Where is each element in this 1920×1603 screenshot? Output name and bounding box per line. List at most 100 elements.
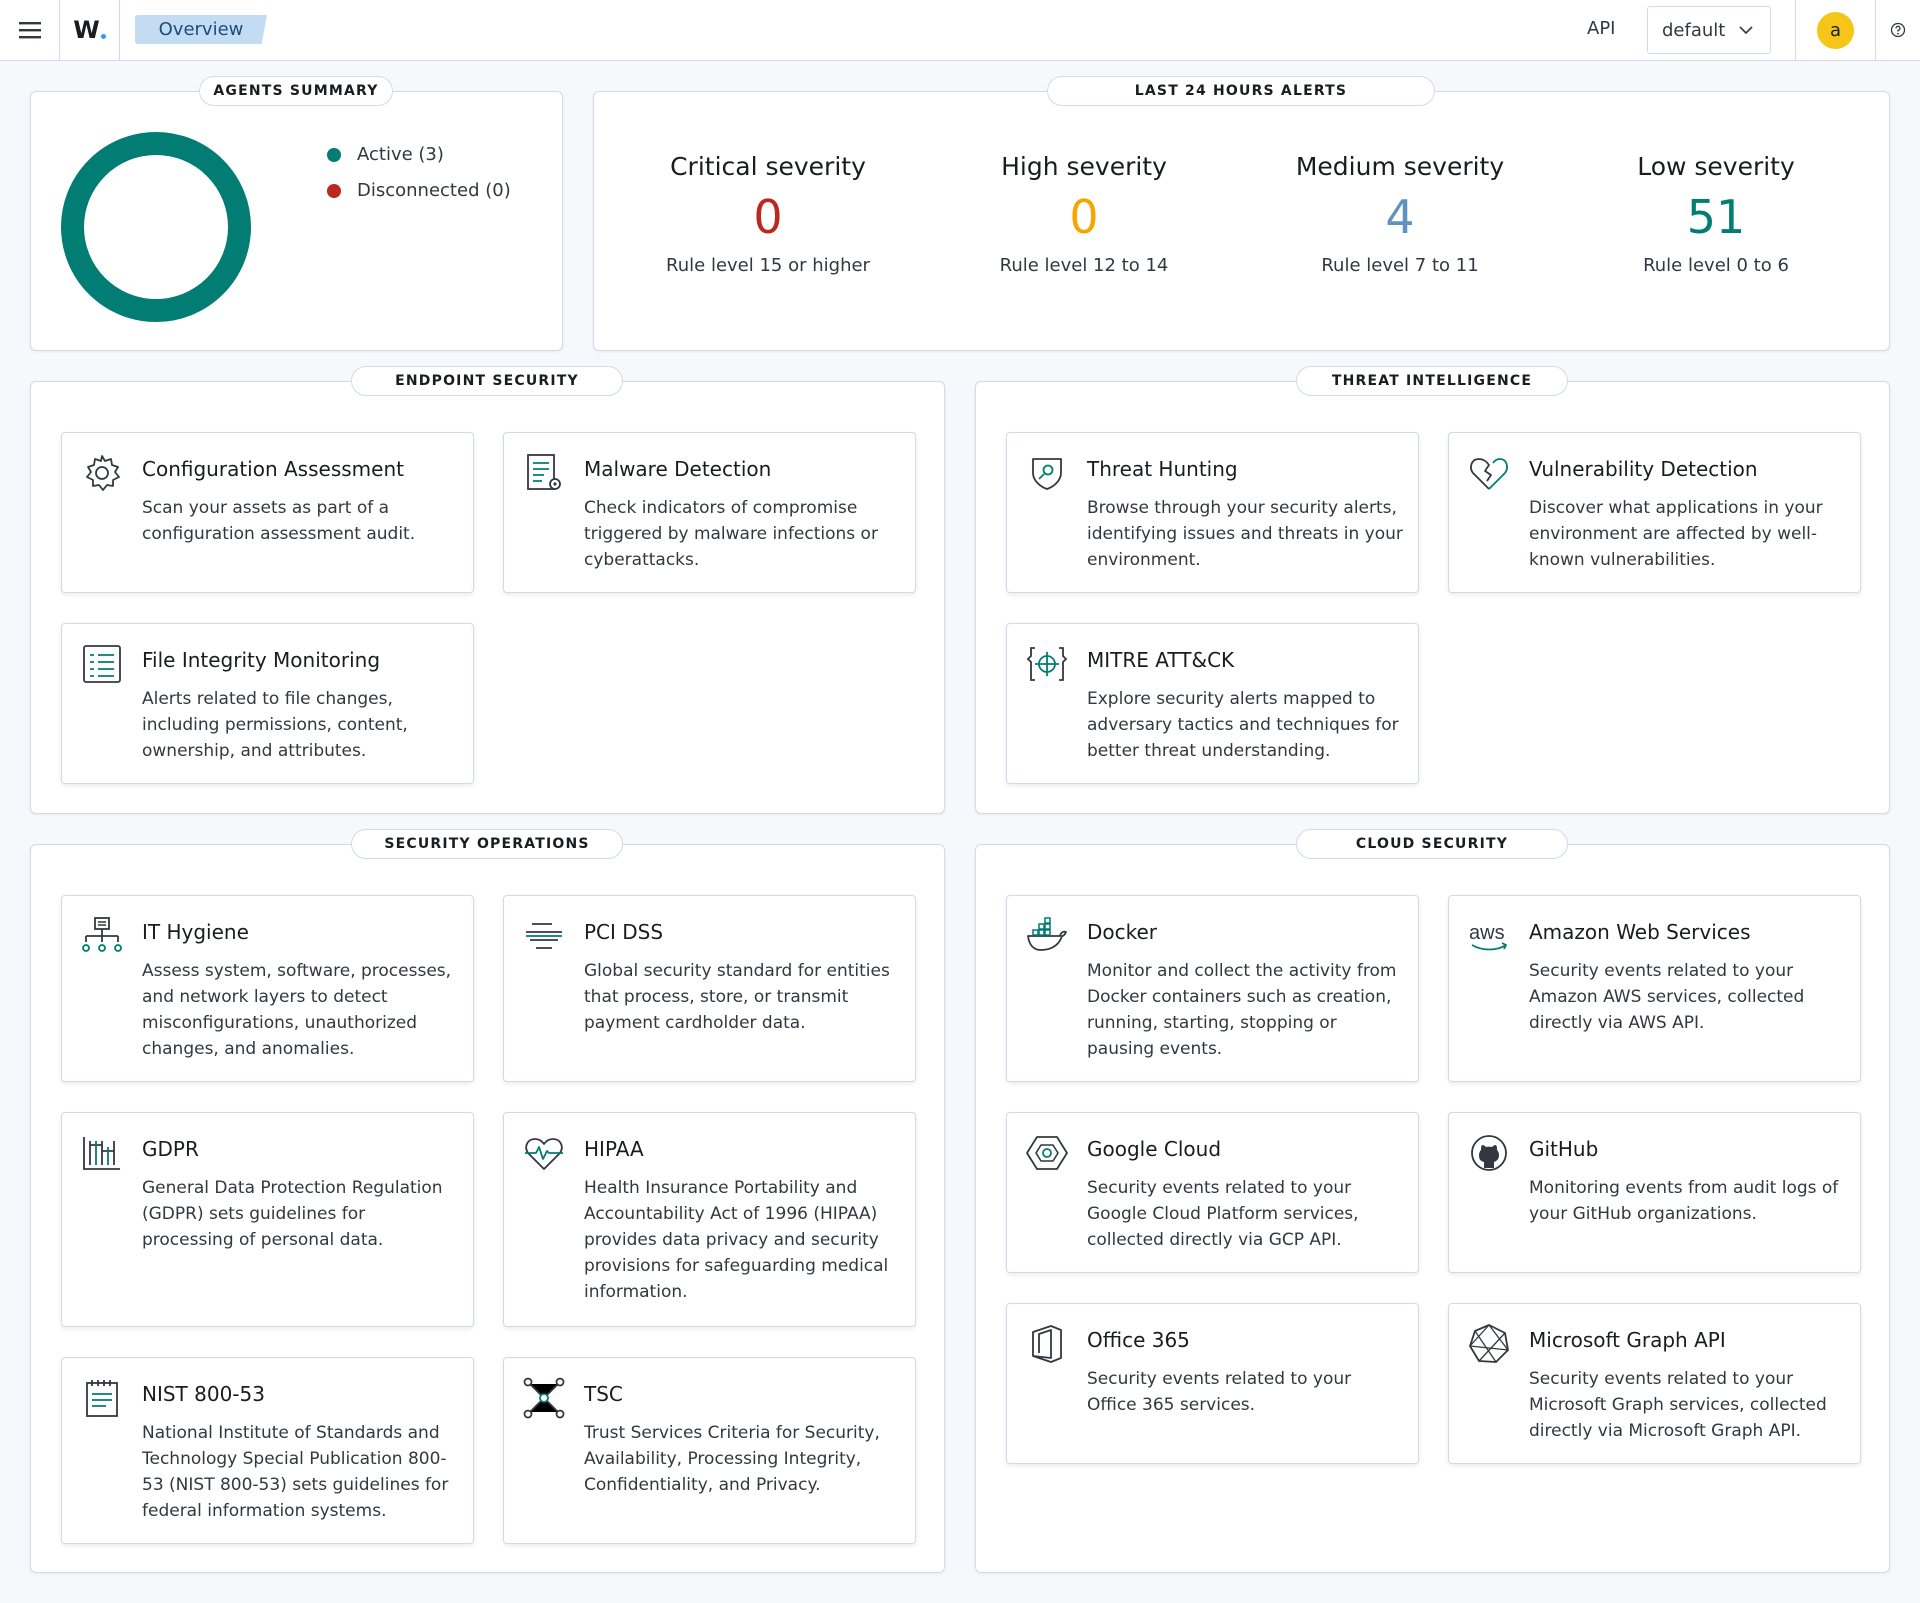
endpoint-security-panel: Configuration Assessment Scan your asset…: [30, 381, 945, 814]
module-card-amazon-web-services[interactable]: aws Amazon Web Services Security events …: [1448, 895, 1861, 1082]
notepad-icon: [86, 1380, 118, 1417]
module-description: Security events related to your Amazon A…: [1529, 961, 1805, 1033]
list-document-icon: [83, 645, 121, 683]
network-tree-icon: [82, 917, 122, 952]
menu-toggle-button[interactable]: [0, 0, 60, 60]
module-title: NIST 800-53: [142, 1382, 265, 1406]
module-title: TSC: [584, 1382, 623, 1406]
top-header: W Overview API default a: [0, 0, 1920, 61]
security-operations-title: SECURITY OPERATIONS: [351, 829, 623, 859]
module-title: GitHub: [1529, 1137, 1599, 1161]
module-description: Assess system, software, processes, and …: [142, 961, 452, 1059]
disconnected-status-dot: [327, 183, 341, 198]
cloud-security-title: CLOUD SECURITY: [1296, 829, 1568, 859]
high-severity-block[interactable]: High severity 0 Rule level 12 to 14: [934, 152, 1234, 276]
module-title: GDPR: [142, 1137, 199, 1161]
module-title: Docker: [1087, 920, 1158, 944]
agents-summary-panel: Active (3) Disconnected (0): [30, 91, 563, 351]
gear-icon: [86, 455, 120, 491]
environment-select-value: default: [1662, 19, 1726, 41]
active-status-dot: [327, 147, 341, 162]
module-card-it-hygiene[interactable]: IT Hygiene Assess system, software, proc…: [61, 895, 474, 1082]
chevron-down-icon: [1739, 26, 1753, 35]
breadcrumb-overview[interactable]: Overview: [135, 15, 267, 44]
critical-severity-block[interactable]: Critical severity 0 Rule level 15 or hig…: [618, 152, 918, 276]
module-card-threat-hunting[interactable]: Threat Hunting Browse through your secur…: [1006, 432, 1419, 593]
module-card-pci-dss[interactable]: PCI DSS Global security standard for ent…: [503, 895, 916, 1082]
agents-donut-chart[interactable]: [61, 132, 251, 322]
module-description: Health Insurance Portability and Account…: [584, 1178, 889, 1302]
module-card-office-365[interactable]: Office 365 Security events related to yo…: [1006, 1303, 1419, 1464]
aws-logo-icon: aws: [1469, 922, 1508, 951]
module-title: Threat Hunting: [1087, 457, 1238, 481]
alerts-panel: Critical severity 0 Rule level 15 or hig…: [593, 91, 1890, 351]
module-card-nist-800-53[interactable]: NIST 800-53 National Institute of Standa…: [61, 1357, 474, 1544]
module-card-microsoft-graph-api[interactable]: Microsoft Graph API Security events rela…: [1448, 1303, 1861, 1464]
api-link[interactable]: API: [1587, 18, 1615, 39]
graph-polyhedron-icon: [1469, 1324, 1509, 1363]
medium-severity-subtitle: Rule level 7 to 11: [1321, 255, 1479, 276]
module-title: HIPAA: [584, 1137, 644, 1161]
module-card-gdpr[interactable]: GDPR General Data Protection Regulation …: [61, 1112, 474, 1327]
module-card-vulnerability-detection[interactable]: Vulnerability Detection Discover what ap…: [1448, 432, 1861, 593]
module-card-hipaa[interactable]: HIPAA Health Insurance Portability and A…: [503, 1112, 916, 1327]
module-description: National Institute of Standards and Tech…: [142, 1423, 449, 1521]
module-title: Configuration Assessment: [142, 457, 404, 481]
module-card-file-integrity-monitoring[interactable]: File Integrity Monitoring Alerts related…: [61, 623, 474, 784]
module-description: Scan your assets as part of a configurat…: [142, 498, 416, 544]
document-settings-icon: [527, 454, 561, 490]
module-title: Malware Detection: [584, 457, 772, 481]
github-logo-icon: [1471, 1135, 1507, 1171]
module-card-mitre-attack[interactable]: MITRE ATT&CK Explore security alerts map…: [1006, 623, 1419, 784]
module-card-google-cloud[interactable]: Google Cloud Security events related to …: [1006, 1112, 1419, 1273]
low-severity-block[interactable]: Low severity 51 Rule level 0 to 6: [1566, 152, 1866, 276]
module-description: Discover what applications in your envir…: [1529, 498, 1823, 570]
module-card-docker[interactable]: Docker Monitor and collect the activity …: [1006, 895, 1419, 1082]
target-icon: [1026, 647, 1068, 681]
nodes-icon: [523, 1377, 565, 1419]
module-description: Explore security alerts mapped to advers…: [1087, 689, 1399, 761]
module-card-tsc[interactable]: TSC Trust Services Criteria for Security…: [503, 1357, 916, 1544]
help-icon: [1890, 22, 1906, 38]
module-description: Security events related to your Office 3…: [1087, 1369, 1352, 1415]
module-title: Google Cloud: [1087, 1137, 1222, 1161]
help-button[interactable]: [1875, 0, 1920, 60]
legend-active-label: Active (3): [357, 144, 444, 165]
module-title: Office 365: [1087, 1328, 1190, 1352]
app-logo[interactable]: W: [60, 0, 120, 60]
module-title: Microsoft Graph API: [1529, 1328, 1726, 1352]
module-title: PCI DSS: [584, 920, 664, 944]
legend-disconnected-label: Disconnected (0): [357, 180, 511, 201]
module-description: Browse through your security alerts, ide…: [1087, 498, 1403, 570]
module-description: Global security standard for entities th…: [584, 961, 890, 1033]
module-description: Monitoring events from audit logs of you…: [1529, 1178, 1839, 1224]
cloud-security-panel: Docker Monitor and collect the activity …: [975, 844, 1890, 1573]
payment-lines-icon: [526, 923, 562, 949]
low-severity-count[interactable]: 51: [1566, 189, 1866, 245]
module-card-malware-detection[interactable]: Malware Detection Check indicators of co…: [503, 432, 916, 593]
high-severity-subtitle: Rule level 12 to 14: [999, 255, 1169, 276]
user-menu[interactable]: a: [1795, 0, 1875, 60]
medium-severity-count[interactable]: 4: [1250, 189, 1550, 245]
module-card-configuration-assessment[interactable]: Configuration Assessment Scan your asset…: [61, 432, 474, 593]
heart-pulse-icon: [525, 1138, 563, 1170]
high-severity-title: High severity: [1001, 152, 1167, 181]
module-title: File Integrity Monitoring: [142, 648, 381, 672]
critical-severity-title: Critical severity: [670, 152, 866, 181]
docker-whale-icon: [1027, 917, 1067, 951]
low-severity-title: Low severity: [1637, 152, 1795, 181]
critical-severity-subtitle: Rule level 15 or higher: [666, 255, 870, 276]
broken-heart-icon: [1470, 458, 1508, 490]
high-severity-count[interactable]: 0: [934, 189, 1234, 245]
hamburger-icon: [18, 22, 41, 39]
building-columns-icon: [83, 1137, 120, 1170]
threat-intelligence-panel: Threat Hunting Browse through your secur…: [975, 381, 1890, 814]
critical-severity-count[interactable]: 0: [618, 189, 918, 245]
module-description: Security events related to your Google C…: [1087, 1178, 1359, 1250]
module-card-github[interactable]: GitHub Monitoring events from audit logs…: [1448, 1112, 1861, 1273]
environment-select[interactable]: default: [1647, 6, 1771, 54]
legend-disconnected[interactable]: Disconnected (0): [327, 180, 511, 201]
medium-severity-block[interactable]: Medium severity 4 Rule level 7 to 11: [1250, 152, 1550, 276]
legend-active[interactable]: Active (3): [327, 144, 444, 165]
shield-search-icon: [1032, 458, 1062, 490]
